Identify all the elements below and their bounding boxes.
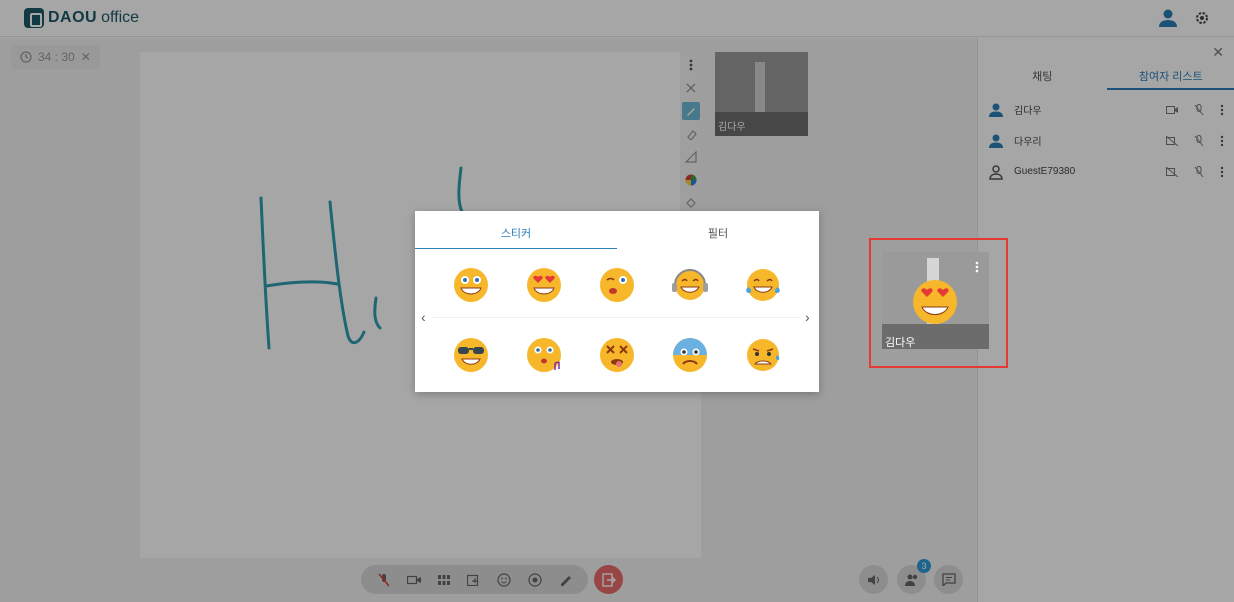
next-page-icon[interactable]: › <box>805 309 810 325</box>
tears-of-joy-face-icon[interactable] <box>743 265 783 305</box>
heart-eyes-face-icon[interactable] <box>524 265 564 305</box>
tab-filter[interactable]: 필터 <box>617 211 819 249</box>
fearful-face-icon[interactable] <box>670 335 710 375</box>
sunglasses-face-icon[interactable] <box>451 335 491 375</box>
winking-kiss-face-icon[interactable] <box>597 265 637 305</box>
sweating-face-icon[interactable] <box>743 335 783 375</box>
headphones-face-icon[interactable] <box>670 265 710 305</box>
sticker-grid <box>435 261 799 391</box>
tab-sticker[interactable]: 스티커 <box>415 211 617 249</box>
grin-face-icon[interactable] <box>451 265 491 305</box>
dizzy-face-icon[interactable] <box>597 335 637 375</box>
whistling-face-icon[interactable] <box>524 335 564 375</box>
prev-page-icon[interactable]: ‹ <box>421 309 426 325</box>
self-preview-name: 김다우 <box>885 337 916 349</box>
popup-tabs: 스티커 필터 <box>415 211 819 249</box>
sticker-filter-popup: 스티커 필터 ‹ › <box>415 211 819 392</box>
